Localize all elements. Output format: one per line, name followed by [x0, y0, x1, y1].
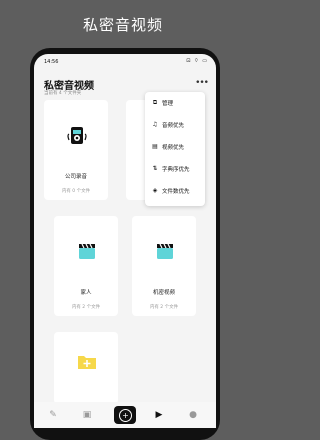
add-circle-icon: + [119, 409, 132, 422]
menu-item-label: 音频优先 [162, 123, 185, 129]
menu-item-label: 文件数优先 [162, 189, 190, 195]
banner-title: 私密音视频 [82, 16, 163, 34]
user-icon[interactable]: ● [186, 410, 200, 424]
folder-count-subtitle: 当前有 4 个文件夹 [44, 91, 82, 96]
folder-card-company-recordings[interactable]: 公司录音 内有 0 个文件 [44, 100, 108, 200]
play-icon[interactable]: ▶ [152, 410, 166, 424]
image-icon[interactable]: ▣ [80, 410, 94, 424]
menu-item-dictionary-order[interactable]: ⇅ 字典序优先 [145, 158, 205, 178]
sort-dropdown-menu: ⧉ 管理 ♫ 音频优先 ▤ 视频优先 ⇅ 字典序优先 ◈ 文件数优先 [145, 92, 205, 206]
clapperboard-icon [157, 243, 173, 259]
folder-file-count: 内有 0 个文件 [61, 189, 91, 194]
menu-item-file-count-first[interactable]: ◈ 文件数优先 [145, 180, 205, 200]
layers-icon: ◈ [152, 187, 158, 194]
status-icons: ⊡ ⌔ ▭ [186, 58, 208, 64]
folder-file-count: 内有 2 个文件 [71, 305, 101, 310]
menu-item-label: 管理 [162, 101, 174, 107]
dictionary-icon: ⇅ [152, 165, 158, 172]
folder-name: 机密视频 [152, 290, 175, 296]
folder-add-icon [78, 356, 96, 369]
folder-name: 家人 [80, 290, 92, 296]
music-icon: ♫ [152, 121, 158, 128]
folder-card-confidential-video[interactable]: 机密视频 内有 2 个文件 [132, 216, 196, 316]
menu-item-label: 字典序优先 [162, 167, 190, 173]
folder-card-family[interactable]: 家人 内有 2 个文件 [54, 216, 118, 316]
menu-item-audio-first[interactable]: ♫ 音频优先 [145, 114, 205, 134]
bottom-navigation: ✎ ▣ + ▶ ● [34, 402, 216, 428]
folder-name: 公司录音 [64, 174, 87, 180]
menu-item-manage[interactable]: ⧉ 管理 [145, 92, 205, 112]
clapperboard-icon [79, 243, 95, 259]
more-menu-button[interactable]: ••• [195, 78, 209, 88]
add-folder-card[interactable] [54, 332, 118, 404]
menu-item-label: 视频优先 [162, 145, 185, 151]
status-bar: 14:56 ⊡ ⌔ ▭ [34, 54, 216, 68]
video-icon: ▤ [152, 143, 158, 150]
status-time: 14:56 [44, 59, 59, 65]
menu-item-video-first[interactable]: ▤ 视频优先 [145, 136, 205, 156]
app-screen: 14:56 ⊡ ⌔ ▭ 私密音视频 当前有 4 个文件夹 ••• 公司录音 内有… [34, 54, 216, 428]
add-circle-button[interactable]: + [114, 406, 136, 424]
recorder-icon [67, 127, 87, 144]
manage-icon: ⧉ [152, 99, 158, 106]
folder-file-count: 内有 2 个文件 [149, 305, 179, 310]
notes-icon[interactable]: ✎ [46, 410, 60, 424]
